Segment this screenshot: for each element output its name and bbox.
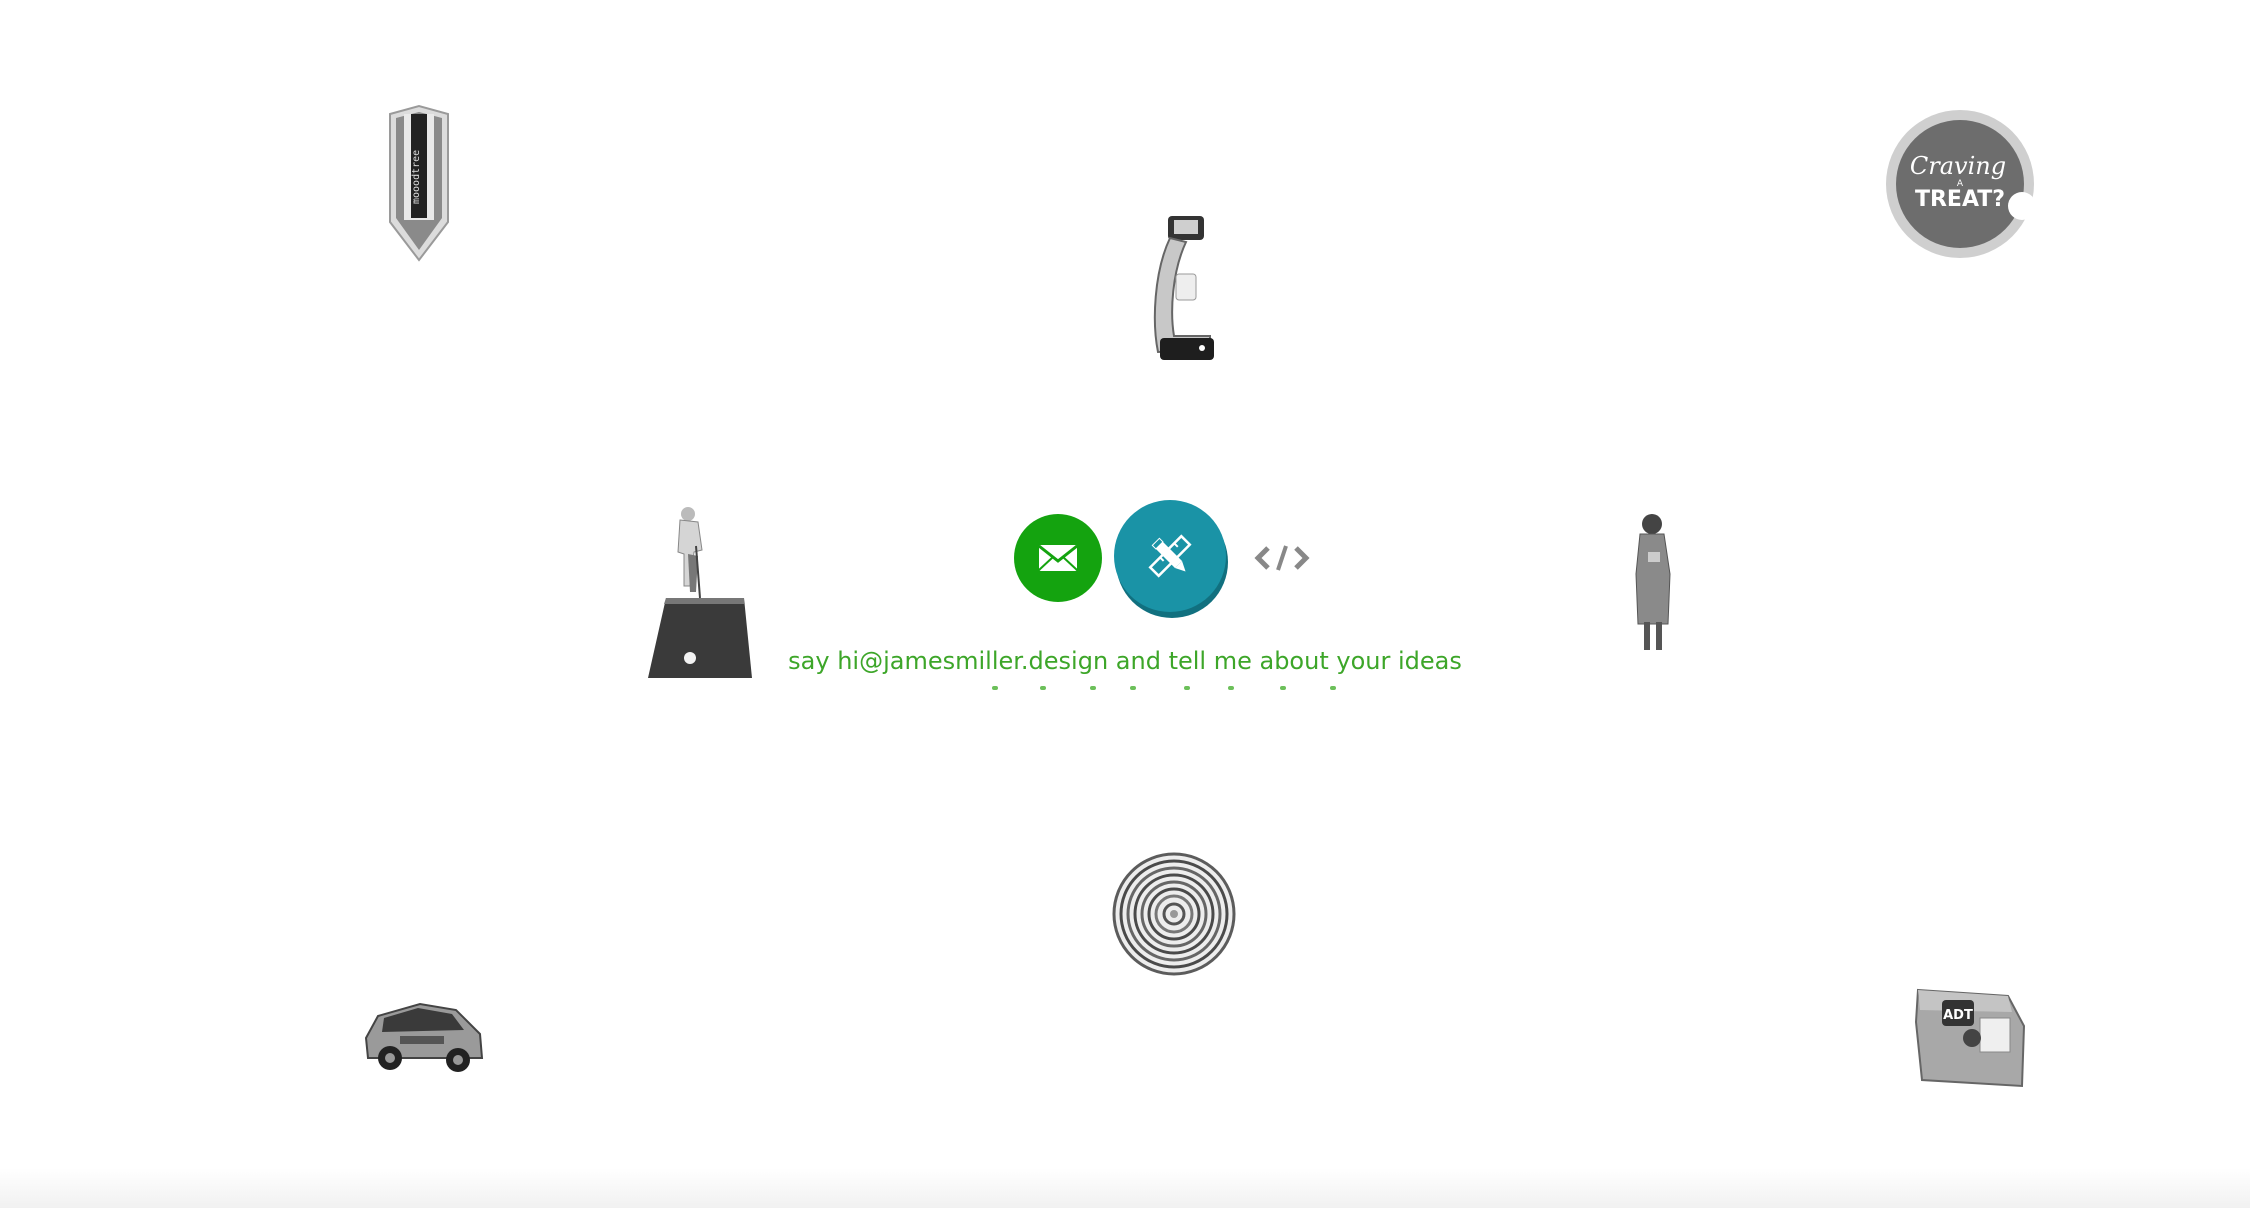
car-image: [364, 1002, 484, 1072]
envelope-icon: [1038, 544, 1078, 571]
email-button[interactable]: [1014, 514, 1102, 602]
adt-bag-image: ADT: [1914, 988, 2026, 1088]
svg-text:ADT: ADT: [1943, 1008, 1973, 1023]
contact-controls: [1014, 498, 1324, 620]
concentric-rings-image: [1112, 852, 1236, 976]
project-thumb-woman-standing[interactable]: [1626, 512, 1682, 654]
svg-text:TREAT?: TREAT?: [1915, 187, 2005, 212]
contact-tagline: say hi@jamesmiller.design and tell me ab…: [788, 647, 1462, 675]
woman-image: [1635, 514, 1671, 650]
pencil-banner-image: mooodtree: [389, 104, 449, 262]
code-button[interactable]: [1246, 534, 1318, 582]
craving-a-treat-badge: Craving A TREAT?: [1886, 110, 2036, 258]
design-button[interactable]: [1114, 500, 1226, 612]
drink-dispenser-image: [1153, 216, 1214, 360]
project-thumb-drink-dispenser[interactable]: [1140, 212, 1220, 370]
project-thumb-pencil-banner[interactable]: mooodtree: [384, 104, 454, 262]
clipped-text-fragment: [980, 686, 1360, 692]
code-brackets-icon: [1254, 545, 1310, 571]
project-thumb-craving-a-treat[interactable]: Craving A TREAT?: [1884, 108, 2036, 260]
bottom-fade: [0, 1168, 2250, 1208]
project-thumb-concentric-rings[interactable]: [1112, 852, 1236, 976]
project-thumb-car[interactable]: [360, 986, 488, 1076]
svg-text:Craving: Craving: [1910, 152, 2006, 180]
pencil-ruler-icon: [1148, 534, 1192, 578]
project-thumb-adt-bag[interactable]: ADT: [1912, 982, 2030, 1092]
tagline-overflow: [980, 678, 1360, 692]
svg-text:mooodtree: mooodtree: [411, 150, 422, 204]
